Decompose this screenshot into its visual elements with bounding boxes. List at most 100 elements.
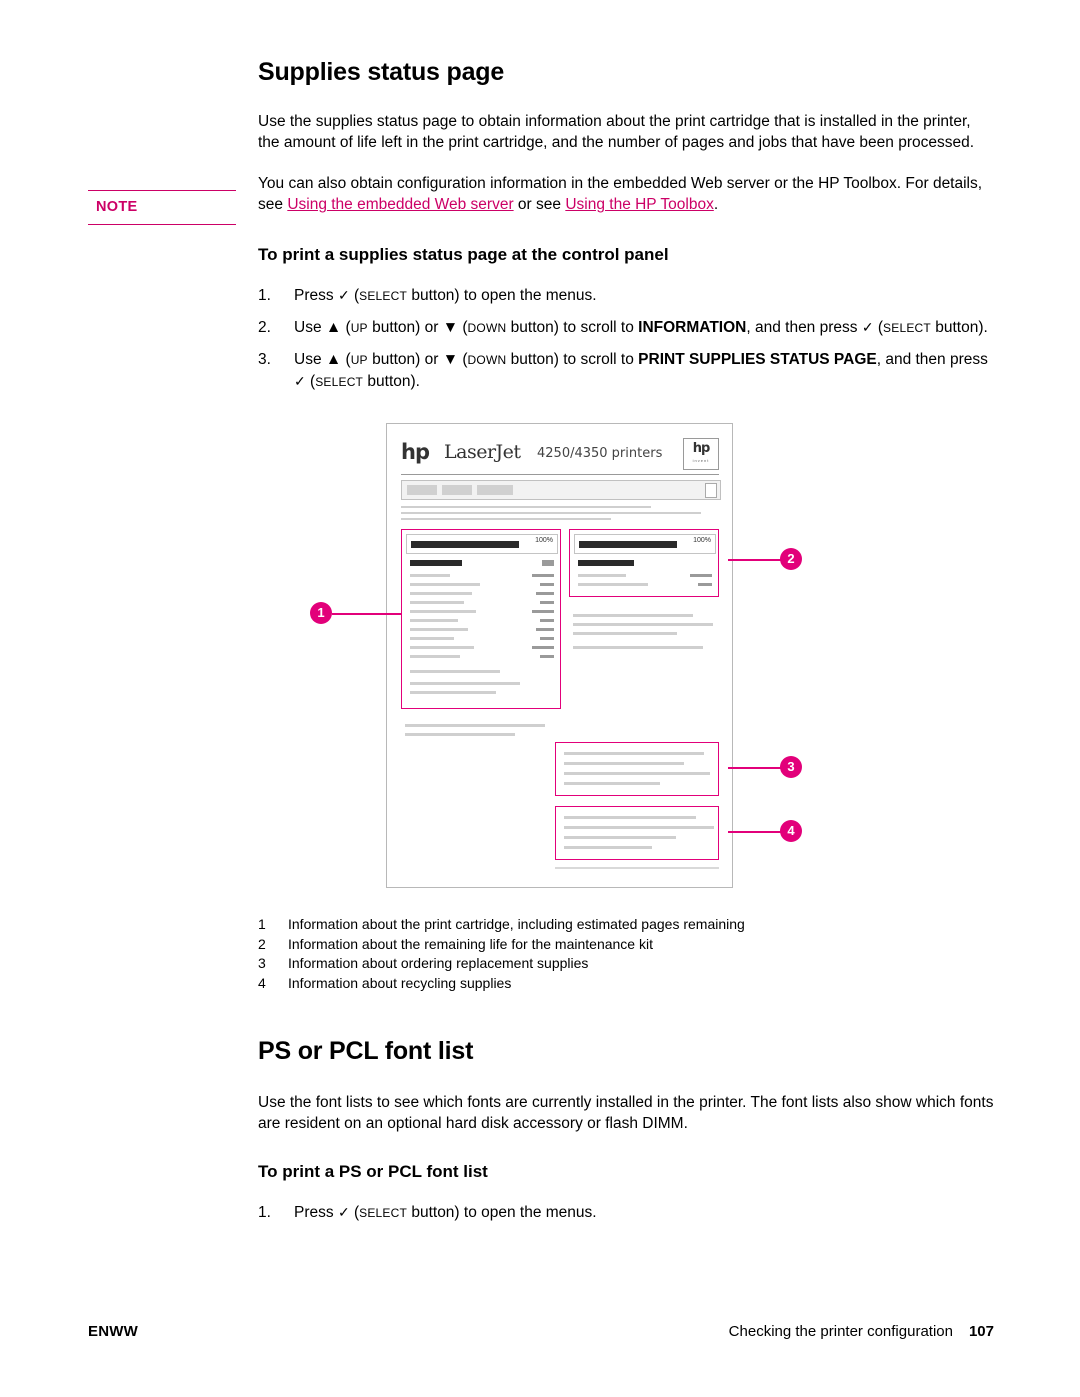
figure-legend: 1 Information about the print cartridge, … — [258, 915, 994, 993]
small-caps-key: SELECT — [883, 321, 931, 335]
callout-badge-2: 2 — [780, 548, 802, 570]
step-text: ▼ — [442, 319, 459, 336]
cartridge-line-3 — [410, 574, 450, 577]
checkmark-icon: ✓ — [337, 287, 350, 303]
step-text: ( — [341, 319, 351, 336]
mid-line-1 — [573, 614, 693, 617]
step-text: Use — [294, 351, 326, 368]
lower-left-line-1 — [405, 724, 545, 727]
leader-3 — [728, 767, 782, 769]
tab-block-1 — [407, 485, 437, 495]
callout-region-2: 100% — [569, 529, 719, 597]
legend-text: Information about the remaining life for… — [288, 935, 653, 952]
step-text: button) to scroll to — [506, 319, 639, 336]
step-text: button) to open the menus. — [407, 287, 597, 304]
legend-number: 4 — [258, 974, 266, 991]
section2-subhead: To print a PS or PCL font list — [258, 1162, 488, 1181]
step-text: , and then press — [876, 351, 988, 368]
link-hp-toolbox[interactable]: Using the HP Toolbox — [565, 196, 714, 213]
cartridge-line-8 — [410, 619, 458, 622]
hp-invent-badge: hp invent — [683, 438, 719, 470]
link-embedded-web-server[interactable]: Using the embedded Web server — [287, 196, 513, 213]
tab-block-2 — [442, 485, 472, 495]
section2-intro: Use the font lists to see which fonts ar… — [258, 1094, 994, 1132]
hp-badge-mark: hp — [692, 441, 711, 456]
recycle-line-4 — [564, 846, 652, 849]
step-text: ( — [458, 319, 468, 336]
printout-line-a — [401, 506, 651, 508]
section2-steps: 1. Press ✓ (SELECT button) to open the me… — [258, 1202, 994, 1224]
step-number: 1. — [258, 287, 271, 304]
small-caps-key: SELECT — [359, 1206, 408, 1220]
step-text: ▲ — [325, 319, 342, 336]
step-item: 3. Use ▲ (UP button) or ▼ (DOWN button) t… — [258, 349, 994, 393]
step-item: 2. Use ▲ (UP button) or ▼ (DOWN button) t… — [258, 317, 994, 339]
gauge-bar-fill — [411, 541, 519, 548]
cartridge-line-7 — [410, 610, 476, 613]
cartridge-line-4 — [410, 583, 480, 586]
small-caps-key: UP — [350, 353, 368, 367]
callout-badge-3: 3 — [780, 756, 802, 778]
step-text: ( — [305, 373, 316, 390]
order-line-4 — [564, 782, 660, 785]
maint-line-3 — [578, 583, 648, 586]
callout-region-1: 100% — [401, 529, 561, 709]
cartridge-line-15 — [410, 691, 496, 694]
hp-badge-sub: invent — [692, 458, 710, 463]
cartridge-val-10 — [540, 655, 554, 658]
leader-4 — [728, 831, 782, 833]
printout-bottom-rule — [555, 867, 719, 869]
cartridge-val-2 — [540, 583, 554, 586]
step-text: ▲ — [325, 351, 342, 368]
small-caps-key: UP — [350, 321, 368, 335]
step-text: ( — [341, 351, 351, 368]
printout-sheet: hp LaserJet 4250/4350 printers hp invent — [386, 423, 733, 888]
order-line-1 — [564, 752, 704, 755]
callout-badge-4: 4 — [780, 820, 802, 842]
step-text: ▼ — [442, 351, 459, 368]
step-text: button). — [363, 373, 420, 390]
legend-row: 2 Information about the remaining life fo… — [258, 935, 994, 955]
callout-region-4 — [555, 806, 719, 860]
cartridge-line-11 — [410, 646, 474, 649]
mid-line-3 — [573, 632, 677, 635]
small-caps-key: SELECT — [315, 375, 364, 389]
recycle-line-3 — [564, 836, 676, 839]
step-item: 1. Press ✓ (SELECT button) to open the me… — [258, 285, 994, 307]
note-block: NOTE — [88, 190, 236, 225]
page-number: 107 — [968, 1323, 994, 1340]
recycle-line-2 — [564, 826, 714, 829]
order-line-3 — [564, 772, 710, 775]
step-item: 1. Press ✓ (SELECT button) to open the me… — [258, 1202, 994, 1224]
note-text-part2: or see — [513, 196, 566, 213]
legend-number: 2 — [258, 935, 266, 952]
note-label: NOTE — [96, 199, 138, 215]
gauge-percent-left: 100% — [535, 537, 553, 544]
mid-line-2 — [573, 623, 713, 626]
menu-item-name: PRINT SUPPLIES STATUS PAGE — [638, 351, 877, 368]
maint-val-1 — [690, 574, 712, 577]
small-caps-key: DOWN — [467, 353, 507, 367]
cartridge-line-5 — [410, 592, 472, 595]
step-text: Press — [294, 287, 338, 304]
step-text: button) or — [367, 351, 443, 368]
cartridge-line-9 — [410, 628, 468, 631]
recycle-line-1 — [564, 816, 696, 819]
maint-val-2 — [698, 583, 712, 586]
cartridge-line-12 — [410, 655, 460, 658]
maint-gauge-fill — [579, 541, 677, 548]
step-number: 1. — [258, 1204, 271, 1221]
cartridge-line-2 — [542, 560, 554, 566]
section1-subhead: To print a supplies status page at the c… — [258, 245, 669, 264]
legend-number: 1 — [258, 916, 266, 932]
printer-model-label: 4250/4350 printers — [537, 446, 663, 461]
small-caps-key: DOWN — [467, 321, 507, 335]
section2-title: PS or PCL font list — [258, 1037, 474, 1065]
legend-row: 4 Information about recycling supplies — [258, 974, 994, 994]
tab-block-3 — [477, 485, 513, 495]
order-line-2 — [564, 762, 684, 765]
cartridge-val-9 — [532, 646, 554, 649]
step-number: 2. — [258, 319, 271, 336]
cartridge-gauge-panel: 100% — [406, 534, 558, 554]
cartridge-val-8 — [540, 637, 554, 640]
